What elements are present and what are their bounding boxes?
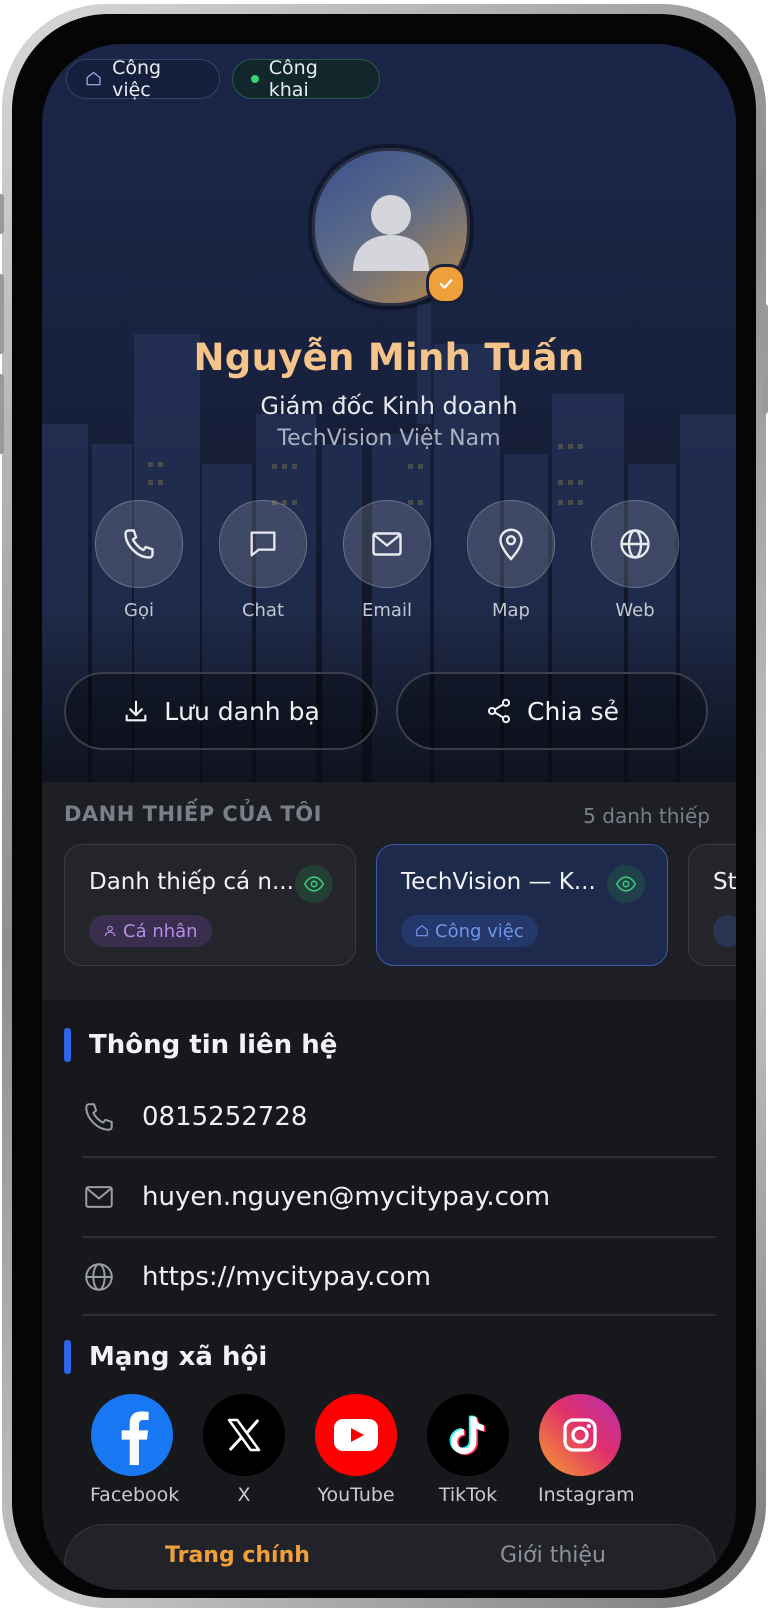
phone-bezel: Công việc Công khai Nguyễn Minh Tuấn Giá… bbox=[12, 14, 756, 1598]
map-action-label: Map bbox=[492, 600, 530, 621]
youtube-icon bbox=[315, 1394, 397, 1476]
chat-action[interactable]: Chat bbox=[218, 500, 308, 621]
volume-up-button bbox=[0, 274, 4, 354]
my-cards-title: DANH THIẾP CỦA TÔI bbox=[64, 802, 322, 826]
mute-switch bbox=[0, 194, 4, 234]
card-tag-label: Cá nhân bbox=[123, 920, 198, 942]
profile-name: Nguyễn Minh Tuấn bbox=[193, 336, 585, 379]
card-type-label: Công việc bbox=[112, 57, 162, 101]
business-card-work[interactable]: TechVision — K... Công việc bbox=[376, 844, 668, 966]
card-title: TechVision — K... bbox=[401, 869, 596, 895]
person-icon bbox=[104, 925, 116, 937]
map-action[interactable]: Map bbox=[466, 500, 556, 621]
public-status-dot bbox=[251, 75, 259, 83]
card-title: Danh thiếp cá n... bbox=[89, 869, 294, 895]
chat-action-label: Chat bbox=[241, 600, 285, 621]
row-divider bbox=[82, 1314, 716, 1316]
profile-hero: Công việc Công khai Nguyễn Minh Tuấn Giá… bbox=[42, 44, 736, 810]
heading-accent-bar bbox=[64, 1340, 71, 1374]
download-icon bbox=[125, 700, 147, 722]
email-address: huyen.nguyen@mycitypay.com bbox=[142, 1182, 551, 1212]
social-label: Facebook bbox=[90, 1484, 180, 1506]
mail-icon bbox=[85, 1186, 113, 1208]
visible-toggle[interactable] bbox=[295, 865, 333, 903]
visible-toggle[interactable] bbox=[607, 865, 645, 903]
phone-icon bbox=[124, 529, 154, 559]
my-cards-count: 5 danh thiếp bbox=[583, 804, 710, 828]
card-type-chip[interactable]: Công việc bbox=[66, 57, 220, 101]
volume-down-button bbox=[0, 374, 4, 454]
phone-number: 0815252728 bbox=[142, 1102, 308, 1132]
phone-row[interactable]: 0815252728 bbox=[82, 1078, 716, 1156]
save-contact-label: Lưu danh bạ bbox=[164, 696, 320, 726]
power-button bbox=[762, 304, 768, 414]
verified-badge bbox=[426, 264, 466, 304]
share-icon bbox=[488, 698, 511, 724]
social-heading: Mạng xã hội bbox=[64, 1340, 267, 1374]
share-button[interactable]: Chia sẻ bbox=[396, 672, 708, 750]
tab-intro[interactable]: Giới thiệu bbox=[500, 1543, 606, 1568]
facebook-icon bbox=[91, 1394, 173, 1476]
mail-icon bbox=[372, 532, 402, 556]
briefcase-icon bbox=[416, 925, 428, 937]
card-tag: Cá nhân bbox=[89, 915, 212, 947]
x-logo-icon bbox=[203, 1394, 285, 1476]
card-tag-label: Công việc bbox=[435, 920, 524, 942]
check-icon bbox=[439, 279, 453, 289]
map-pin-icon bbox=[499, 528, 523, 561]
card-title: St bbox=[713, 869, 736, 895]
phone-icon bbox=[85, 1103, 113, 1131]
call-action[interactable]: Gọi bbox=[94, 500, 184, 621]
business-card-partial[interactable]: St bbox=[688, 844, 736, 966]
visibility-chip[interactable]: Công khai bbox=[232, 57, 380, 101]
tab-home[interactable]: Trang chính bbox=[165, 1543, 310, 1568]
social-label: X bbox=[237, 1484, 251, 1506]
social-label: Instagram bbox=[538, 1484, 635, 1506]
bottom-tab-bar: Trang chính Giới thiệu bbox=[64, 1524, 716, 1590]
briefcase-icon bbox=[86, 71, 101, 86]
share-label: Chia sẻ bbox=[527, 696, 619, 726]
social-x[interactable]: X bbox=[202, 1394, 286, 1506]
chat-icon bbox=[250, 531, 276, 557]
call-action-label: Gọi bbox=[124, 600, 154, 621]
globe-icon bbox=[85, 1263, 113, 1291]
social-facebook[interactable]: Facebook bbox=[90, 1394, 180, 1506]
visibility-label: Công khai bbox=[268, 57, 318, 101]
social-instagram[interactable]: Instagram bbox=[538, 1394, 635, 1506]
web-action[interactable]: Web bbox=[590, 500, 680, 621]
save-contact-button[interactable]: Lưu danh bạ bbox=[64, 672, 378, 750]
card-tag: Công việc bbox=[401, 915, 538, 947]
profile-company: TechVision Việt Nam bbox=[277, 426, 501, 451]
eye-icon bbox=[303, 876, 325, 892]
business-card-personal[interactable]: Danh thiếp cá n... Cá nhân bbox=[64, 844, 356, 966]
profile-job-title: Giám đốc Kinh doanh bbox=[260, 392, 518, 420]
email-action-label: Email bbox=[362, 600, 412, 621]
eye-icon bbox=[615, 876, 637, 892]
social-youtube[interactable]: YouTube bbox=[314, 1394, 398, 1506]
heading-accent-bar bbox=[64, 1028, 71, 1062]
website-row[interactable]: https://mycitypay.com bbox=[82, 1238, 716, 1316]
social-label: TikTok bbox=[438, 1484, 498, 1506]
phone-frame: Công việc Công khai Nguyễn Minh Tuấn Giá… bbox=[0, 4, 768, 1608]
website-url: https://mycitypay.com bbox=[142, 1262, 431, 1292]
contact-info-heading-text: Thông tin liên hệ bbox=[89, 1030, 338, 1060]
globe-icon bbox=[620, 529, 650, 559]
social-heading-text: Mạng xã hội bbox=[89, 1342, 268, 1372]
social-tiktok[interactable]: TikTok bbox=[426, 1394, 510, 1506]
email-action[interactable]: Email bbox=[342, 500, 432, 621]
card-tag bbox=[713, 915, 736, 947]
social-label: YouTube bbox=[317, 1484, 395, 1506]
instagram-icon bbox=[539, 1394, 621, 1476]
screen: Công việc Công khai Nguyễn Minh Tuấn Giá… bbox=[42, 44, 736, 1590]
web-action-label: Web bbox=[615, 600, 655, 621]
contact-info-heading: Thông tin liên hệ bbox=[64, 1028, 337, 1062]
email-row[interactable]: huyen.nguyen@mycitypay.com bbox=[82, 1158, 716, 1236]
tiktok-icon bbox=[427, 1394, 509, 1476]
